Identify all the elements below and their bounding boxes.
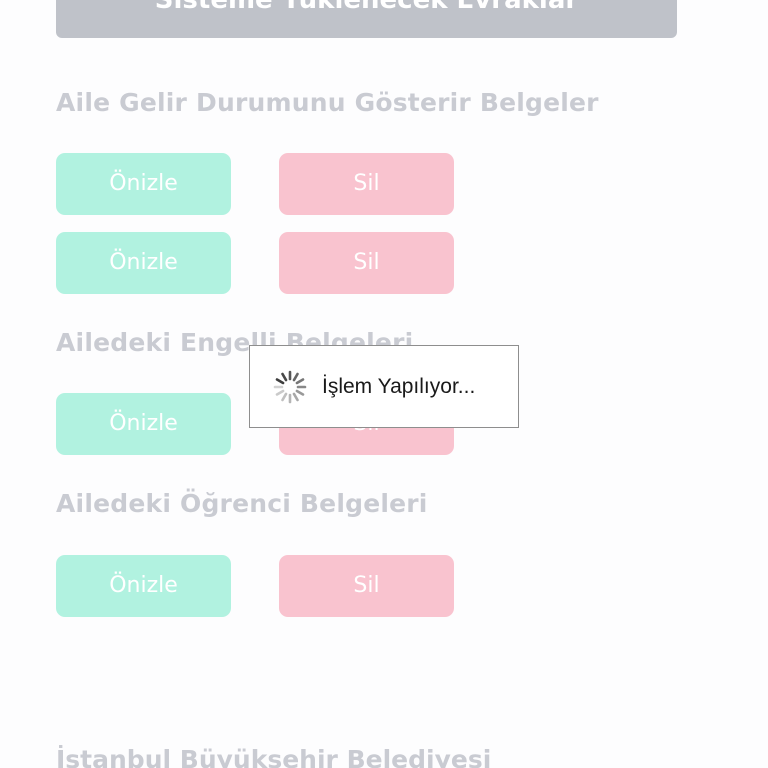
section-heading-income: Aile Gelir Durumunu Gösterir Belgeler <box>56 88 599 117</box>
delete-button[interactable]: Sil <box>279 555 454 617</box>
loading-dialog: İşlem Yapılıyor... <box>249 345 519 428</box>
spinner-icon <box>273 370 307 403</box>
document-upload-page: Sisteme Yüklenecek Evraklar Aile Gelir D… <box>0 0 768 768</box>
page-title: Sisteme Yüklenecek Evraklar <box>154 0 579 15</box>
preview-button[interactable]: Önizle <box>56 555 231 617</box>
preview-button[interactable]: Önizle <box>56 232 231 294</box>
delete-button[interactable]: Sil <box>279 232 454 294</box>
section-heading-student: Ailedeki Öğrenci Belgeleri <box>56 489 428 518</box>
loading-message: İşlem Yapılıyor... <box>322 374 476 398</box>
delete-button[interactable]: Sil <box>279 153 454 215</box>
preview-button[interactable]: Önizle <box>56 393 231 455</box>
preview-button[interactable]: Önizle <box>56 153 231 215</box>
footer-organization-name: İstanbul Büyükşehir Belediyesi <box>56 745 492 768</box>
page-title-banner: Sisteme Yüklenecek Evraklar <box>56 0 677 38</box>
